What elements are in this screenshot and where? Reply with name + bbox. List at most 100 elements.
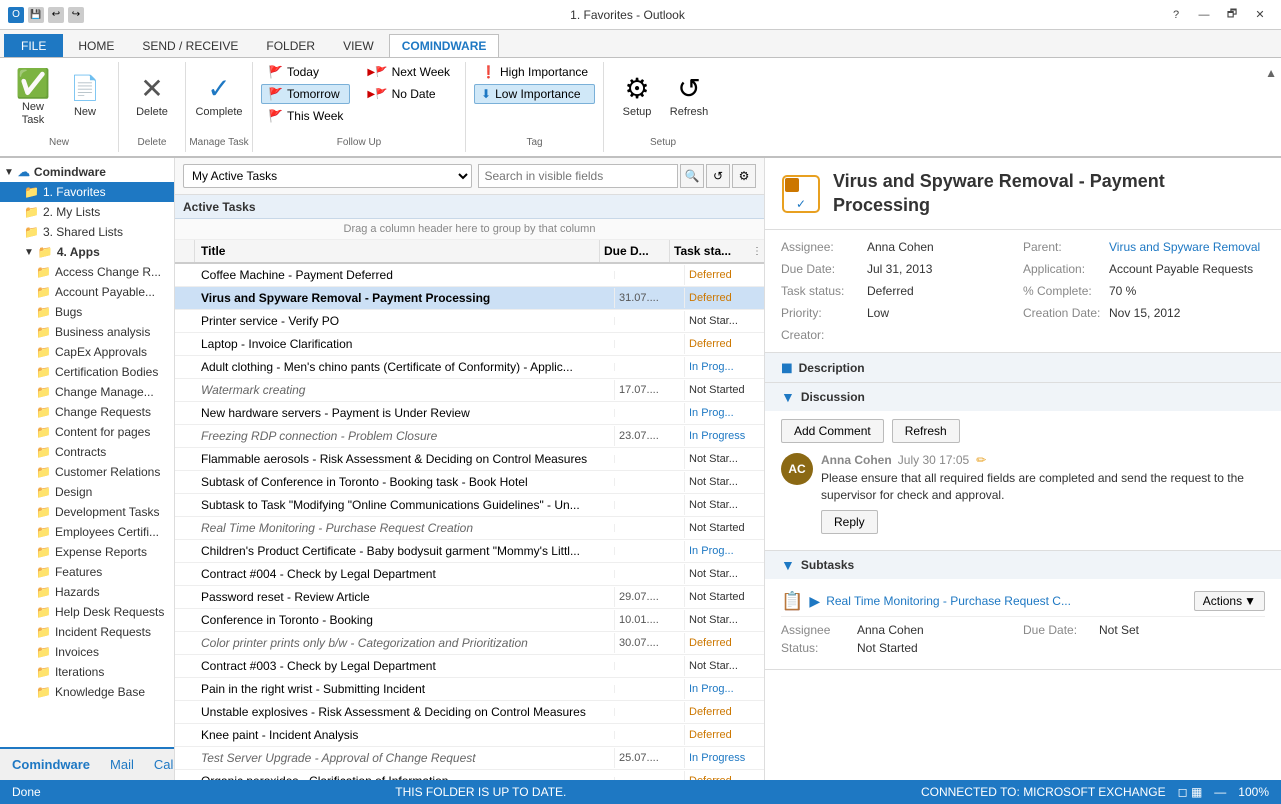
task-row[interactable]: Laptop - Invoice ClarificationDeferred — [175, 333, 764, 356]
setup-button[interactable]: ⚙ Setup — [612, 62, 662, 130]
comindware-nav-item[interactable]: Comindware — [8, 755, 94, 774]
subtask-actions-button[interactable]: Actions ▼ — [1194, 591, 1265, 611]
sidebar-item-certification-bodies[interactable]: 📁 Certification Bodies — [0, 362, 174, 382]
task-row[interactable]: New hardware servers - Payment is Under … — [175, 402, 764, 425]
tab-home[interactable]: HOME — [65, 34, 127, 57]
col-title[interactable]: Title — [195, 240, 600, 262]
this-week-button[interactable]: 🚩 This Week — [261, 106, 350, 126]
high-importance-button[interactable]: ❗ High Importance — [474, 62, 595, 82]
no-date-button[interactable]: ▶🚩 No Date — [360, 84, 457, 104]
sidebar-item-change-requests[interactable]: 📁 Change Requests — [0, 402, 174, 422]
task-row[interactable]: Printer service - Verify PONot Star... — [175, 310, 764, 333]
add-comment-button[interactable]: Add Comment — [781, 419, 884, 443]
sidebar-item-iterations[interactable]: 📁 Iterations — [0, 662, 174, 682]
sidebar-item-comindware[interactable]: ▼ ☁ Comindware — [0, 162, 174, 182]
task-row[interactable]: Watermark creating17.07....Not Started — [175, 379, 764, 402]
sidebar-item-design[interactable]: 📁 Design — [0, 482, 174, 502]
complete-button[interactable]: ✓ Complete — [194, 62, 244, 130]
tab-view[interactable]: VIEW — [330, 34, 387, 57]
sidebar-item-knowledge-base[interactable]: 📁 Knowledge Base — [0, 682, 174, 702]
tab-file[interactable]: FILE — [4, 34, 63, 57]
tab-send-receive[interactable]: SEND / RECEIVE — [129, 34, 251, 57]
task-row[interactable]: Conference in Toronto - Booking10.01....… — [175, 609, 764, 632]
task-row[interactable]: Contract #003 - Check by Legal Departmen… — [175, 655, 764, 678]
restore-button[interactable]: 🗗 — [1219, 5, 1245, 25]
task-row[interactable]: Subtask of Conference in Toronto - Booki… — [175, 471, 764, 494]
tab-comindware[interactable]: COMINDWARE — [389, 34, 500, 57]
sidebar-item-bugs[interactable]: 📁 Bugs — [0, 302, 174, 322]
sidebar-item-contracts[interactable]: 📁 Contracts — [0, 442, 174, 462]
ribbon-collapse-arrow[interactable]: ▲ — [1261, 62, 1281, 152]
task-row[interactable]: Subtask to Task "Modifying "Online Commu… — [175, 494, 764, 517]
task-row[interactable]: Color printer prints only b/w - Categori… — [175, 632, 764, 655]
refresh-comments-button[interactable]: Refresh — [892, 419, 960, 443]
task-settings-button[interactable]: ⚙ — [732, 164, 756, 188]
subtasks-section-header[interactable]: ▼ Subtasks — [765, 551, 1281, 579]
col-due[interactable]: Due D... — [600, 240, 670, 262]
new-task-button[interactable]: ✅ New Task — [8, 62, 58, 132]
task-row[interactable]: Adult clothing - Men's chino pants (Cert… — [175, 356, 764, 379]
task-refresh-search-button[interactable]: ↺ — [706, 164, 730, 188]
task-row[interactable]: Organic peroxides - Clarification of Inf… — [175, 770, 764, 780]
task-row[interactable]: Coffee Machine - Payment DeferredDeferre… — [175, 264, 764, 287]
task-search-input[interactable] — [478, 164, 679, 188]
task-row[interactable]: Freezing RDP connection - Problem Closur… — [175, 425, 764, 448]
sidebar-item-content-for-pages[interactable]: 📁 Content for pages — [0, 422, 174, 442]
sidebar-item-expense-reports[interactable]: 📁 Expense Reports — [0, 542, 174, 562]
close-button[interactable]: ✕ — [1247, 5, 1273, 25]
task-row[interactable]: Unstable explosives - Risk Assessment & … — [175, 701, 764, 724]
tab-folder[interactable]: FOLDER — [253, 34, 328, 57]
sidebar-item-my-lists[interactable]: 📁 2. My Lists — [0, 202, 174, 222]
tomorrow-button[interactable]: 🚩 Tomorrow — [261, 84, 350, 104]
save-icon[interactable]: 💾 — [28, 7, 44, 23]
task-row[interactable]: Flammable aerosols - Risk Assessment & D… — [175, 448, 764, 471]
task-row[interactable]: Virus and Spyware Removal - Payment Proc… — [175, 287, 764, 310]
sidebar-item-shared-lists[interactable]: 📁 3. Shared Lists — [0, 222, 174, 242]
sidebar-item-development-tasks[interactable]: 📁 Development Tasks — [0, 502, 174, 522]
subtask-link[interactable]: Real Time Monitoring - Purchase Request … — [826, 594, 1188, 608]
low-importance-button[interactable]: ⬇ Low Importance — [474, 84, 595, 104]
description-section-header[interactable]: ◼ Description — [765, 353, 1281, 382]
col-more[interactable]: ⋮ — [750, 240, 764, 262]
task-search-button[interactable]: 🔍 — [680, 164, 704, 188]
calendar-nav-item[interactable]: Calendar — [150, 755, 175, 774]
sidebar-item-change-manage[interactable]: 📁 Change Manage... — [0, 382, 174, 402]
refresh-button[interactable]: ↺ Refresh — [664, 62, 714, 130]
task-row[interactable]: Knee paint - Incident AnalysisDeferred — [175, 724, 764, 747]
new-button[interactable]: 📄 New — [60, 62, 110, 130]
undo-icon[interactable]: ↩ — [48, 7, 64, 23]
sidebar-item-incident-requests[interactable]: 📁 Incident Requests — [0, 622, 174, 642]
sidebar-item-features[interactable]: 📁 Features — [0, 562, 174, 582]
task-row[interactable]: Test Server Upgrade - Approval of Change… — [175, 747, 764, 770]
discussion-section-header[interactable]: ▼ Discussion — [765, 383, 1281, 411]
today-button[interactable]: 🚩 Today — [261, 62, 350, 82]
sidebar-item-invoices[interactable]: 📁 Invoices — [0, 642, 174, 662]
sidebar-item-help-desk[interactable]: 📁 Help Desk Requests — [0, 602, 174, 622]
task-row[interactable]: Children's Product Certificate - Baby bo… — [175, 540, 764, 563]
task-row[interactable]: Password reset - Review Article29.07....… — [175, 586, 764, 609]
comment-edit-icon[interactable]: ✏ — [976, 453, 986, 467]
task-row[interactable]: Pain in the right wrist - Submitting Inc… — [175, 678, 764, 701]
meta-parent-link[interactable]: Virus and Spyware Removal — [1109, 240, 1260, 254]
task-row[interactable]: Real Time Monitoring - Purchase Request … — [175, 517, 764, 540]
delete-button[interactable]: ✕ Delete — [127, 62, 177, 130]
task-row[interactable]: Contract #004 - Check by Legal Departmen… — [175, 563, 764, 586]
discussion-actions: Add Comment Refresh — [781, 419, 1265, 443]
sidebar-item-apps[interactable]: ▼ 📁 4. Apps — [0, 242, 174, 262]
help-button[interactable]: ? — [1163, 5, 1189, 25]
sidebar-item-employees-certifi[interactable]: 📁 Employees Certifi... — [0, 522, 174, 542]
reply-button[interactable]: Reply — [821, 510, 878, 534]
task-filter-dropdown[interactable]: My Active Tasks — [183, 164, 472, 188]
minimize-button[interactable]: — — [1191, 5, 1217, 25]
sidebar-item-account-payable[interactable]: 📁 Account Payable... — [0, 282, 174, 302]
sidebar-item-access-change[interactable]: 📁 Access Change R... — [0, 262, 174, 282]
next-week-button[interactable]: ▶🚩 Next Week — [360, 62, 457, 82]
sidebar-item-favorites[interactable]: 📁 1. Favorites — [0, 182, 174, 202]
col-status[interactable]: Task sta... — [670, 240, 750, 262]
mail-nav-item[interactable]: Mail — [106, 755, 138, 774]
sidebar-item-capex-approvals[interactable]: 📁 CapEx Approvals — [0, 342, 174, 362]
sidebar-item-customer-relations[interactable]: 📁 Customer Relations — [0, 462, 174, 482]
sidebar-item-business-analysis[interactable]: 📁 Business analysis — [0, 322, 174, 342]
sidebar-item-hazards[interactable]: 📁 Hazards — [0, 582, 174, 602]
redo-icon[interactable]: ↪ — [68, 7, 84, 23]
